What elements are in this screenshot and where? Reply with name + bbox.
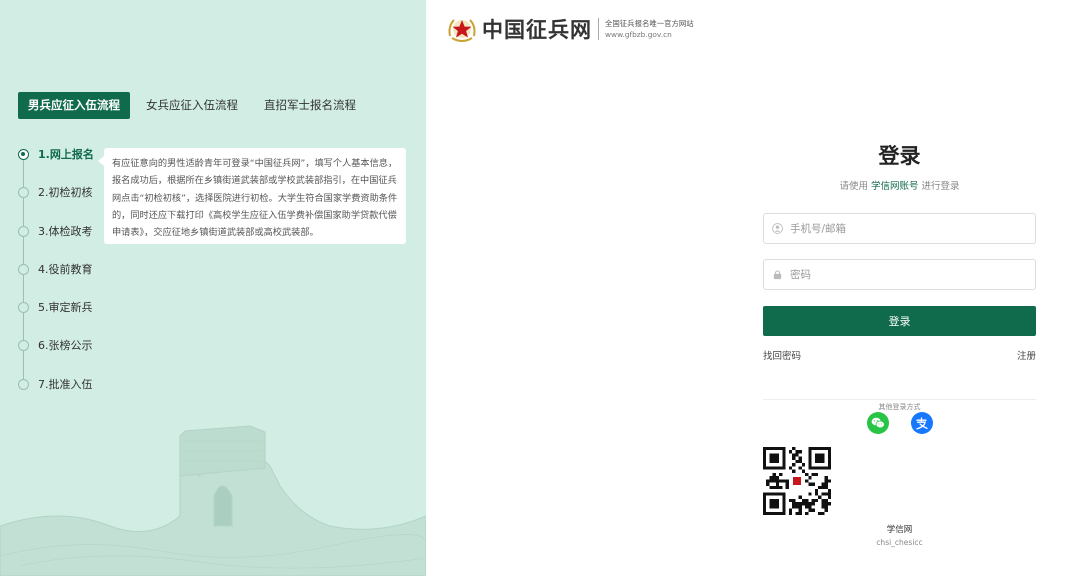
other-login-divider: 其他登录方式 xyxy=(763,394,1036,411)
username-input[interactable] xyxy=(790,222,1020,235)
flow-tabs: 男兵应征入伍流程 女兵应征入伍流程 直招军士报名流程 xyxy=(18,92,372,119)
step-dot xyxy=(18,302,29,314)
lock-icon xyxy=(773,270,782,280)
step-pre-service-education[interactable]: 4.役前教育 xyxy=(18,261,94,299)
login-subtitle-prefix: 请使用 xyxy=(839,181,871,192)
qr-code-icon[interactable] xyxy=(763,447,831,515)
tab-direct-recruit-sergeant[interactable]: 直招军士报名流程 xyxy=(254,92,366,119)
alipay-icon xyxy=(916,416,928,429)
step-description-tooltip: 有应征意向的男性适龄青年可登录“中国征兵网”，填写个人基本信息，报名成功后，根据… xyxy=(98,148,406,244)
qr-account-id: chsi_chesicc xyxy=(876,538,923,547)
logo-url: www.gfbzb.gov.cn xyxy=(605,30,672,39)
logo-slogan: 全国征兵报名唯一官方网站 xyxy=(605,19,694,28)
step-dot xyxy=(18,225,29,237)
login-links: 找回密码 注册 xyxy=(763,348,1036,362)
enlistment-process-panel: 男兵应征入伍流程 女兵应征入伍流程 直招军士报名流程 1.网上报名 2.初检初核… xyxy=(0,0,426,576)
register-link[interactable]: 注册 xyxy=(1017,348,1036,362)
step-label: 2.初检初核 xyxy=(38,186,93,200)
user-icon xyxy=(772,223,783,234)
step-label: 7.批准入伍 xyxy=(38,377,93,391)
wechat-login-button[interactable] xyxy=(866,412,889,434)
login-subtitle-suffix: 进行登录 xyxy=(918,181,960,192)
tab-male-enlistment[interactable]: 男兵应征入伍流程 xyxy=(18,92,130,119)
other-login-label: 其他登录方式 xyxy=(872,403,927,411)
tab-female-enlistment[interactable]: 女兵应征入伍流程 xyxy=(136,92,248,119)
logo-separator xyxy=(598,18,599,40)
login-button[interactable]: 登录 xyxy=(763,306,1036,336)
site-logo[interactable]: 中国征兵网 全国征兵报名唯一官方网站 www.gfbzb.gov.cn xyxy=(446,14,694,44)
login-title: 登录 xyxy=(878,144,921,168)
step-recruit-approval[interactable]: 5.审定新兵 xyxy=(18,299,94,337)
login-panel: 中国征兵网 全国征兵报名唯一官方网站 www.gfbzb.gov.cn 登录 请… xyxy=(426,0,1080,576)
step-enlistment-approval[interactable]: 7.批准入伍 xyxy=(18,376,94,414)
step-label: 5.审定新兵 xyxy=(38,301,93,315)
step-dot xyxy=(18,378,29,390)
step-online-registration[interactable]: 1.网上报名 xyxy=(18,146,94,184)
step-initial-check[interactable]: 2.初检初核 xyxy=(18,184,94,222)
star-emblem-icon xyxy=(448,19,476,42)
step-label: 1.网上报名 xyxy=(38,148,94,161)
process-steps: 1.网上报名 2.初检初核 3.体检政考 4.役前教育 5.审定新兵 6.张榜公… xyxy=(18,146,94,414)
step-dot xyxy=(18,340,29,352)
password-input[interactable] xyxy=(790,268,1020,281)
qr-label: 学信网 xyxy=(886,525,913,535)
wechat-icon xyxy=(871,417,885,429)
alipay-login-button[interactable] xyxy=(910,412,933,434)
logo-subtext: 全国征兵报名唯一官方网站 www.gfbzb.gov.cn xyxy=(605,18,694,40)
page: 男兵应征入伍流程 女兵应征入伍流程 直招军士报名流程 1.网上报名 2.初检初核… xyxy=(0,0,1080,576)
step-label: 4.役前教育 xyxy=(38,262,93,276)
step-label: 6.张榜公示 xyxy=(38,339,93,353)
step-dot xyxy=(18,149,29,160)
step-label: 3.体检政考 xyxy=(38,224,93,238)
chsi-account-link[interactable]: 学信网账号 xyxy=(871,181,919,192)
step-physical-political-exam[interactable]: 3.体检政考 xyxy=(18,223,94,261)
username-field-wrapper xyxy=(763,213,1036,244)
step-public-notice[interactable]: 6.张榜公示 xyxy=(18,337,94,375)
social-login-buttons xyxy=(763,412,1036,434)
login-subtitle: 请使用 学信网账号 进行登录 xyxy=(763,178,1036,192)
step-dot xyxy=(18,263,29,275)
logo-name: 中国征兵网 xyxy=(482,17,592,42)
password-field-wrapper xyxy=(763,259,1036,290)
forgot-password-link[interactable]: 找回密码 xyxy=(763,348,801,362)
step-dot xyxy=(18,187,29,199)
login-form: 登录 请使用 学信网账号 进行登录 登录 找回密码 xyxy=(763,140,1036,547)
